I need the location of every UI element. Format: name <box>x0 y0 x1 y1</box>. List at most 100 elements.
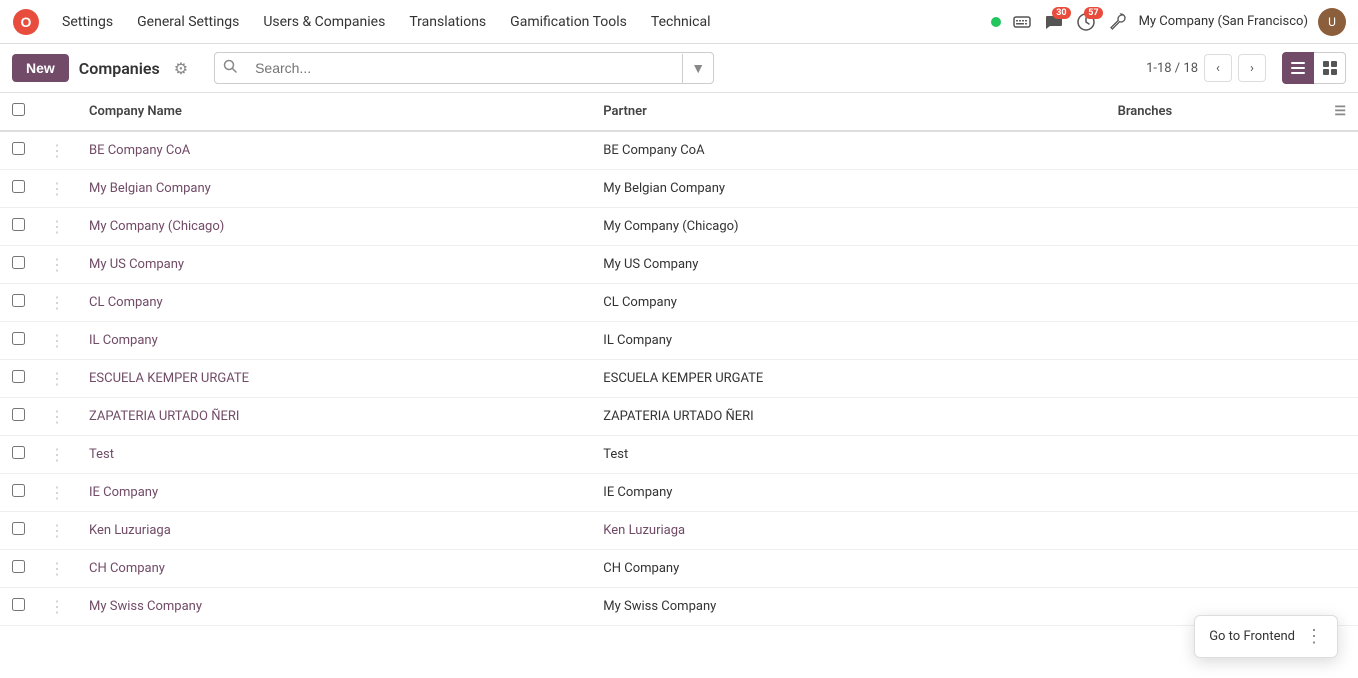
company-name-link[interactable]: Ken Luzuriaga <box>89 523 171 538</box>
select-all-header <box>0 93 37 131</box>
drag-cell: ⋮ <box>37 131 77 170</box>
company-name-cell[interactable]: My Swiss Company <box>77 588 591 626</box>
drag-handle-icon[interactable]: ⋮ <box>49 293 65 312</box>
company-name-link[interactable]: BE Company CoA <box>89 143 190 158</box>
row-checkbox[interactable] <box>12 408 25 421</box>
company-name-cell[interactable]: My US Company <box>77 246 591 284</box>
drag-handle-icon[interactable]: ⋮ <box>49 369 65 388</box>
list-view-button[interactable] <box>1282 52 1314 84</box>
drag-handle-icon[interactable]: ⋮ <box>49 407 65 426</box>
company-name-link[interactable]: Test <box>89 447 114 462</box>
row-checkbox[interactable] <box>12 142 25 155</box>
company-name-cell[interactable]: IE Company <box>77 474 591 512</box>
branches-header: Branches ☰ <box>1106 93 1358 131</box>
company-name-cell[interactable]: My Company (Chicago) <box>77 208 591 246</box>
activity-badge: 57 <box>1084 7 1102 19</box>
drag-handle-icon[interactable]: ⋮ <box>49 331 65 350</box>
partner-name: IE Company <box>603 485 672 500</box>
partner-name[interactable]: Ken Luzuriaga <box>603 523 685 538</box>
table-row: ⋮ ESCUELA KEMPER URGATE ESCUELA KEMPER U… <box>0 360 1358 398</box>
row-checkbox[interactable] <box>12 294 25 307</box>
company-name-link[interactable]: IE Company <box>89 485 158 500</box>
settings-gear-icon[interactable]: ⚙ <box>174 59 188 78</box>
nav-gamification[interactable]: Gamification Tools <box>500 10 637 34</box>
company-name-link[interactable]: My Swiss Company <box>89 599 202 614</box>
company-name-link[interactable]: My US Company <box>89 257 184 272</box>
drag-handle-icon[interactable]: ⋮ <box>49 141 65 160</box>
nav-users-companies[interactable]: Users & Companies <box>253 10 395 34</box>
company-name-link[interactable]: My Belgian Company <box>89 181 211 196</box>
select-all-checkbox[interactable] <box>12 103 25 116</box>
pagination-prev[interactable]: ‹ <box>1204 54 1232 82</box>
drag-handle-icon[interactable]: ⋮ <box>49 483 65 502</box>
nav-general-settings[interactable]: General Settings <box>127 10 249 34</box>
row-checkbox[interactable] <box>12 522 25 535</box>
kanban-view-button[interactable] <box>1314 52 1346 84</box>
drag-handle-icon[interactable]: ⋮ <box>49 179 65 198</box>
drag-handle-icon[interactable]: ⋮ <box>49 559 65 578</box>
company-name-cell[interactable]: ESCUELA KEMPER URGATE <box>77 360 591 398</box>
company-name-cell[interactable]: BE Company CoA <box>77 131 591 170</box>
company-name-cell[interactable]: ZAPATERIA URTADO ÑERI <box>77 398 591 436</box>
drag-handle-icon[interactable]: ⋮ <box>49 445 65 464</box>
company-name-link[interactable]: My Company (Chicago) <box>89 219 224 234</box>
drag-handle-icon[interactable]: ⋮ <box>49 597 65 616</box>
row-checkbox[interactable] <box>12 598 25 611</box>
drag-cell: ⋮ <box>37 588 77 626</box>
drag-cell: ⋮ <box>37 322 77 360</box>
keyboard-icon[interactable] <box>1011 11 1033 33</box>
new-button[interactable]: New <box>12 54 69 82</box>
partner-cell[interactable]: Ken Luzuriaga <box>591 512 1105 550</box>
drag-handle-icon[interactable]: ⋮ <box>49 521 65 540</box>
nav-translations[interactable]: Translations <box>399 10 496 34</box>
partner-name: Test <box>603 447 628 462</box>
partner-name: BE Company CoA <box>603 143 704 158</box>
drag-handle-icon[interactable]: ⋮ <box>49 217 65 236</box>
nav-technical[interactable]: Technical <box>641 10 721 34</box>
wrench-icon[interactable] <box>1107 11 1129 33</box>
activity-icon[interactable]: 57 <box>1075 11 1097 33</box>
branches-cell <box>1106 170 1358 208</box>
search-bar: ▼ <box>214 52 714 84</box>
company-name-link[interactable]: IL Company <box>89 333 158 348</box>
pagination-next[interactable]: › <box>1238 54 1266 82</box>
goto-frontend-label: Go to Frontend <box>1209 629 1295 644</box>
company-name-cell[interactable]: Test <box>77 436 591 474</box>
company-name-cell[interactable]: IL Company <box>77 322 591 360</box>
row-checkbox[interactable] <box>12 180 25 193</box>
table-row: ⋮ IL Company IL Company <box>0 322 1358 360</box>
company-name-cell[interactable]: Ken Luzuriaga <box>77 512 591 550</box>
nav-settings[interactable]: Settings <box>52 10 123 34</box>
row-checkbox[interactable] <box>12 560 25 573</box>
company-name-link[interactable]: CL Company <box>89 295 163 310</box>
company-name-cell[interactable]: CL Company <box>77 284 591 322</box>
current-company[interactable]: My Company (San Francisco) <box>1139 14 1308 29</box>
row-checkbox[interactable] <box>12 218 25 231</box>
filter-icon[interactable]: ☰ <box>1334 104 1346 119</box>
row-checkbox[interactable] <box>12 256 25 269</box>
search-input[interactable] <box>245 54 682 82</box>
branches-cell <box>1106 398 1358 436</box>
row-checkbox[interactable] <box>12 484 25 497</box>
messages-icon[interactable]: 30 <box>1043 11 1065 33</box>
partner-name: ZAPATERIA URTADO ÑERI <box>603 409 753 424</box>
drag-cell: ⋮ <box>37 170 77 208</box>
row-checkbox[interactable] <box>12 332 25 345</box>
user-avatar[interactable]: U <box>1318 8 1346 36</box>
popup-more-icon[interactable]: ⋮ <box>1305 626 1323 647</box>
drag-handle-icon[interactable]: ⋮ <box>49 255 65 274</box>
row-checkbox-cell <box>0 360 37 398</box>
svg-text:O: O <box>21 14 32 30</box>
company-name-link[interactable]: CH Company <box>89 561 165 576</box>
company-name-cell[interactable]: CH Company <box>77 550 591 588</box>
company-name-link[interactable]: ESCUELA KEMPER URGATE <box>89 371 249 386</box>
partner-cell: ZAPATERIA URTADO ÑERI <box>591 398 1105 436</box>
branches-cell <box>1106 246 1358 284</box>
company-name-cell[interactable]: My Belgian Company <box>77 170 591 208</box>
company-name-link[interactable]: ZAPATERIA URTADO ÑERI <box>89 409 239 424</box>
app-logo[interactable]: O <box>12 8 40 36</box>
row-checkbox[interactable] <box>12 446 25 459</box>
row-checkbox[interactable] <box>12 370 25 383</box>
partner-cell: CL Company <box>591 284 1105 322</box>
search-dropdown-icon[interactable]: ▼ <box>682 54 713 83</box>
